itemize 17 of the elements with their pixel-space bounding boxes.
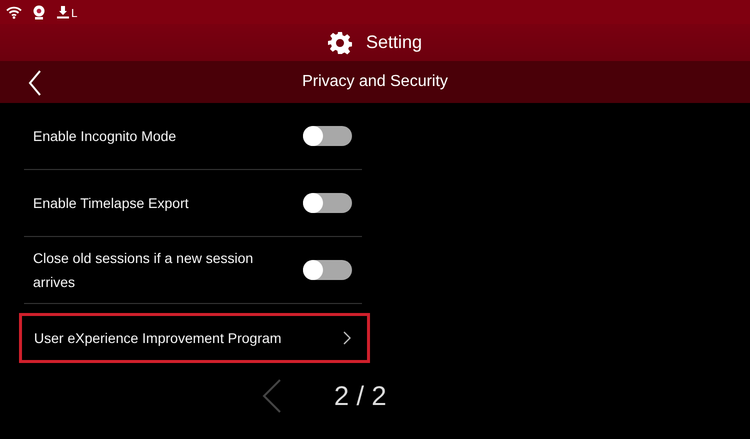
toggle-switch[interactable]: [303, 260, 352, 280]
printer-label: L: [71, 6, 78, 20]
printer-bed-icon: [56, 5, 70, 19]
wifi-icon: [6, 6, 22, 18]
setting-label: User eXperience Improvement Program: [34, 328, 282, 348]
screen-title: Setting: [366, 32, 422, 53]
toggle-switch[interactable]: [303, 126, 352, 146]
page-indicator: 2 / 2: [334, 380, 387, 412]
webcam-icon: [32, 4, 46, 20]
settings-icon: [328, 30, 352, 54]
setting-label: Enable Timelapse Export: [33, 194, 189, 213]
setting-label: Enable Incognito Mode: [33, 127, 176, 146]
chevron-right-icon: [343, 330, 351, 344]
toggle-switch[interactable]: [303, 193, 352, 213]
setting-label: Close old sessions if a new session arrives: [33, 249, 254, 292]
menu-item[interactable]: User eXperience Improvement Program: [19, 312, 370, 362]
page-title: Privacy and Security: [302, 73, 448, 91]
